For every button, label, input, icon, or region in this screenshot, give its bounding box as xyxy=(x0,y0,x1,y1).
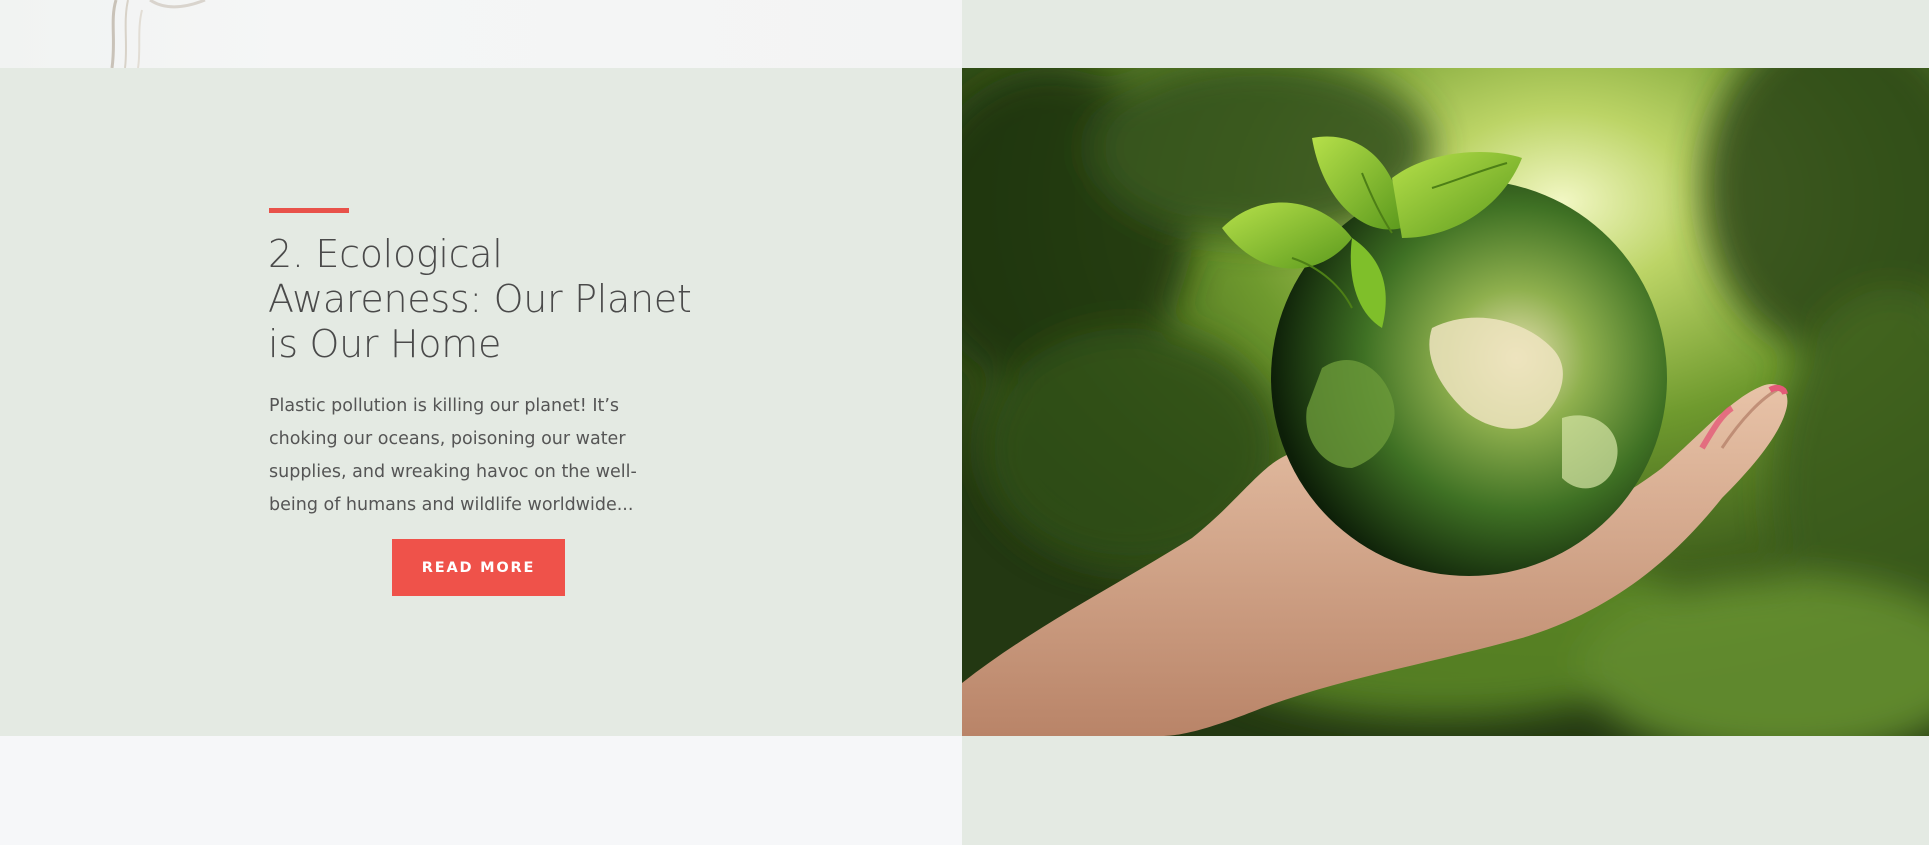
previous-section-image-edge xyxy=(0,0,962,68)
post-title: 2. Ecological Awareness: Our Planet is O… xyxy=(268,232,692,366)
post-excerpt: Plastic pollution is killing our planet!… xyxy=(269,396,637,515)
next-section-image-edge xyxy=(0,736,962,845)
top-right-background xyxy=(962,0,1929,68)
post-featured-image[interactable] xyxy=(962,68,1929,736)
read-more-button[interactable]: READ MORE xyxy=(392,539,565,596)
title-accent-bar xyxy=(269,208,349,213)
bottom-right-background xyxy=(962,736,1929,845)
hand-globe-illustration xyxy=(962,68,1929,736)
decorative-plant-image xyxy=(110,0,206,68)
